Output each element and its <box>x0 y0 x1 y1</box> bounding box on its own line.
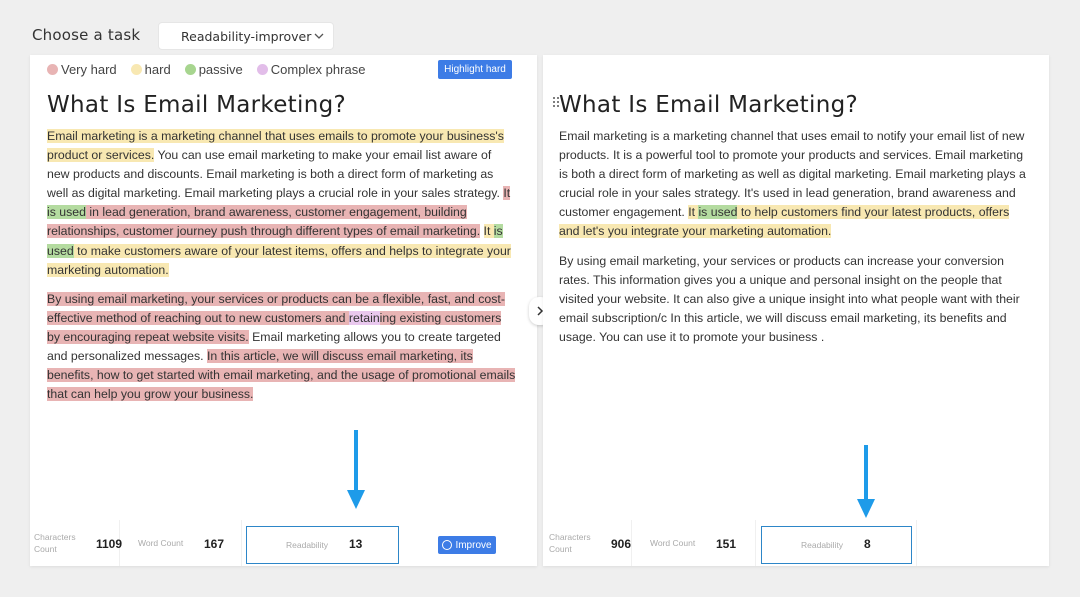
readability-stat: Readability 13 <box>246 526 399 564</box>
improve-icon <box>442 540 453 550</box>
legend-label: Complex phrase <box>270 62 366 77</box>
task-select[interactable]: Readability-improver <box>158 22 334 50</box>
complex-phrase: retain <box>348 310 380 325</box>
characters-count-stat: Characters Count 906 <box>543 520 632 566</box>
improve-cell: Improve <box>406 520 537 566</box>
word-count-stat: Word Count 167 <box>120 520 242 566</box>
stat-label: Word Count <box>650 538 696 548</box>
stat-value: 906 <box>611 537 632 551</box>
legend-label: hard <box>144 62 171 77</box>
characters-count-stat: Characters Count 1109 <box>30 520 123 566</box>
text-fragment: It <box>503 186 511 201</box>
text-fragment: It <box>688 205 699 220</box>
improved-text-panel: What Is Email Marketing? Email marketing… <box>543 55 1049 566</box>
readability-score: 13 <box>349 537 363 551</box>
topbar: Choose a task Readability-improver <box>0 0 1080 56</box>
legend: Very hard hard passive Complex phrase <box>47 62 379 77</box>
legend-label: passive <box>198 62 243 77</box>
original-article[interactable]: Email marketing is a marketing channel t… <box>47 127 517 414</box>
text-fragment: It <box>483 224 494 239</box>
readability-score: 8 <box>864 537 871 551</box>
improve-label: Improve <box>455 539 492 551</box>
passive-phrase: is used <box>47 205 86 220</box>
improved-article[interactable]: Email marketing is a marketing channel t… <box>559 127 1033 357</box>
stat-label: Readability <box>801 540 844 550</box>
original-paragraph-2: By using email marketing, your services … <box>47 290 517 405</box>
complex-phrase-dot-icon <box>256 64 268 75</box>
original-title: What Is Email Marketing? <box>47 92 346 118</box>
chevron-down-icon <box>314 33 324 39</box>
very-hard-dot-icon <box>47 64 58 75</box>
text-fragment: to make customers aware of your latest i… <box>47 243 511 277</box>
stat-label: Readability <box>286 540 329 550</box>
stat-label: Word Count <box>138 538 184 548</box>
legend-label: Very hard <box>61 62 117 77</box>
legend-item-hard: hard <box>130 62 171 77</box>
original-text-panel: Very hard hard passive Complex phrase Hi… <box>30 55 537 566</box>
improved-paragraph-1: Email marketing is a marketing channel t… <box>559 127 1033 242</box>
stat-value: 167 <box>204 537 225 551</box>
original-paragraph-1: Email marketing is a marketing channel t… <box>47 127 517 280</box>
word-count-stat: Word Count 151 <box>632 520 756 566</box>
choose-task-label: Choose a task <box>32 26 141 44</box>
passive-dot-icon <box>184 64 196 75</box>
hard-dot-icon <box>130 64 142 75</box>
highlight-hard-button[interactable]: Highlight hard <box>438 60 512 79</box>
arrow-down-icon <box>857 445 875 518</box>
arrow-down-icon <box>347 430 365 509</box>
passive-phrase: is used <box>698 205 738 220</box>
task-select-value: Readability-improver <box>181 28 312 44</box>
legend-item-complex-phrase: Complex phrase <box>256 62 366 77</box>
legend-item-passive: passive <box>184 62 243 77</box>
readability-stat: Readability 8 <box>761 526 912 564</box>
stat-label: Characters Count <box>549 532 591 554</box>
improved-paragraph-2: By using email marketing, your services … <box>559 253 1020 344</box>
stat-value: 1109 <box>96 537 123 551</box>
text-fragment: in lead generation, brand awareness, cus… <box>47 205 481 239</box>
stat-label: Characters Count <box>34 532 76 554</box>
improve-button[interactable]: Improve <box>438 536 496 554</box>
stats-spacer <box>913 520 917 566</box>
legend-item-very-hard: Very hard <box>47 62 117 77</box>
improved-title: What Is Email Marketing? <box>559 92 858 118</box>
stat-value: 151 <box>716 537 737 551</box>
